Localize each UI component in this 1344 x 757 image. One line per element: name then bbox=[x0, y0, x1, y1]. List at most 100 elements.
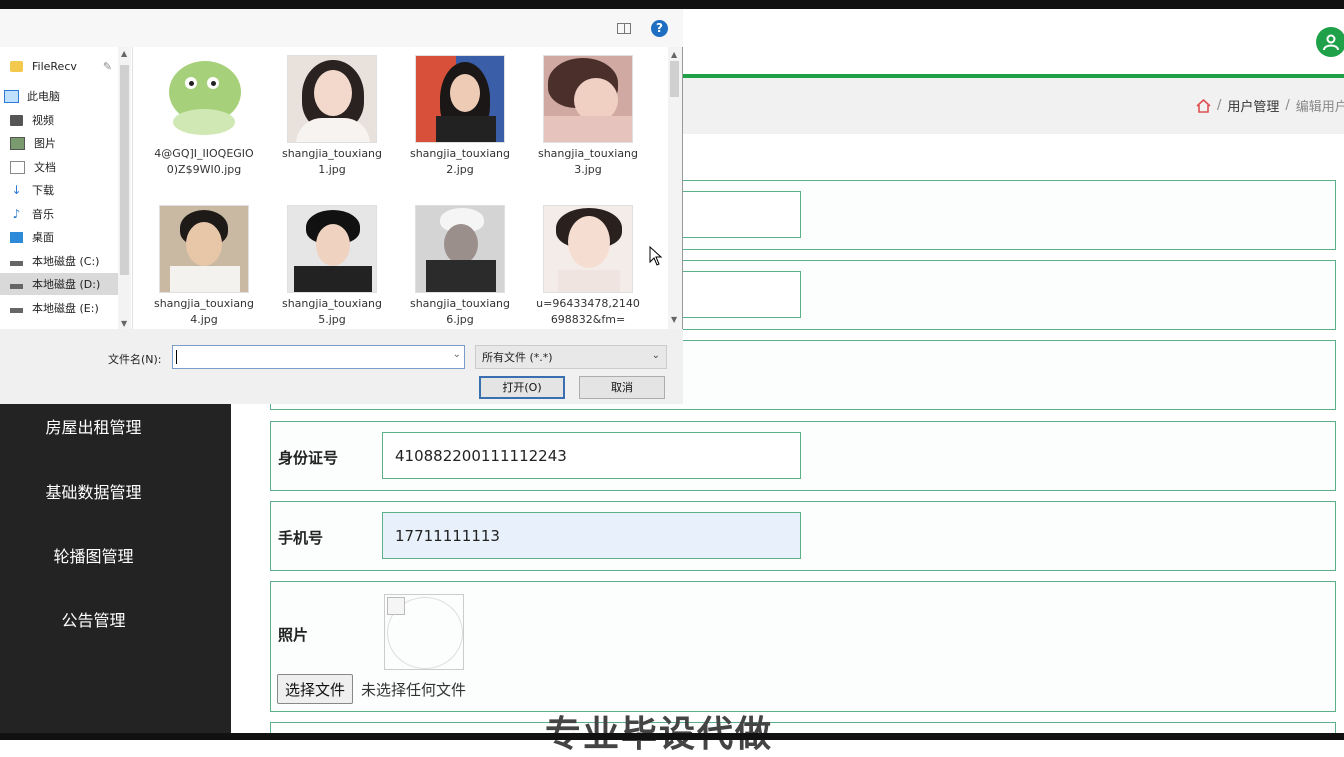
sidebar-item-carousel[interactable]: 轮播图管理 bbox=[0, 537, 231, 577]
file-thumbnail-6[interactable] bbox=[415, 205, 505, 293]
sidebar-item-base-data[interactable]: 基础数据管理 bbox=[0, 473, 231, 513]
nav-item-label: FileRecv bbox=[32, 59, 77, 73]
home-icon[interactable] bbox=[1196, 98, 1211, 113]
choose-file-button[interactable]: 选择文件 bbox=[277, 674, 354, 704]
nav-item-documents[interactable]: 文档 bbox=[0, 156, 118, 178]
nav-item-label: 视频 bbox=[32, 114, 54, 127]
text-caret bbox=[176, 350, 177, 364]
drive-icon bbox=[10, 307, 23, 313]
nav-scroll-down-icon[interactable]: ▼ bbox=[121, 319, 127, 328]
nav-item-this-pc[interactable]: 此电脑 bbox=[0, 85, 118, 107]
chevron-down-icon[interactable]: ⌄ bbox=[453, 349, 461, 360]
download-icon: ↓ bbox=[11, 182, 22, 197]
file-thumbnail-2[interactable] bbox=[415, 55, 505, 143]
sidebar-item-rental[interactable]: 房屋出租管理 bbox=[0, 408, 231, 448]
nav-item-label: 本地磁盘 (E:) bbox=[32, 302, 99, 315]
file-thumbnail-5[interactable] bbox=[287, 205, 377, 293]
file-name-6[interactable]: shangjia_touxiang6.jpg bbox=[408, 296, 512, 328]
breadcrumb-user-management[interactable]: 用户管理 bbox=[1227, 96, 1279, 115]
phone-label: 手机号 bbox=[278, 529, 324, 547]
cancel-button[interactable]: 取消 bbox=[579, 376, 665, 399]
nav-item-label: 桌面 bbox=[32, 231, 54, 244]
filename-label: 文件名(N): bbox=[108, 353, 162, 366]
dialog-footer: 文件名(N): ⌄ 所有文件 (*.*) ⌄ 打开(O) 取消 bbox=[0, 329, 683, 404]
sidebar-item-label: 轮播图管理 bbox=[53, 547, 134, 566]
preview-pane-icon[interactable] bbox=[617, 23, 631, 34]
nav-item-label: 下载 bbox=[32, 184, 54, 197]
drive-icon bbox=[10, 260, 23, 266]
sidebar-item-label: 基础数据管理 bbox=[45, 483, 142, 502]
drive-icon bbox=[10, 283, 23, 289]
nav-item-desktop[interactable]: 桌面 bbox=[0, 226, 118, 248]
file-open-dialog: ? FileRecv ✎ 此电脑 视频 图片 文档 ↓ 下载 ♪ 音乐 桌面 本… bbox=[0, 9, 683, 404]
file-scroll-up-icon[interactable]: ▲ bbox=[671, 50, 677, 59]
top-frame-strip bbox=[0, 0, 1344, 9]
id-number-label: 身份证号 bbox=[278, 449, 339, 467]
open-button[interactable]: 打开(O) bbox=[479, 376, 565, 399]
file-status-text: 未选择任何文件 bbox=[361, 681, 467, 699]
file-name-4[interactable]: shangjia_touxiang4.jpg bbox=[152, 296, 256, 328]
file-name-2[interactable]: shangjia_touxiang2.jpg bbox=[408, 146, 512, 178]
nav-scroll-up-icon[interactable]: ▲ bbox=[121, 49, 127, 58]
user-icon bbox=[1323, 34, 1339, 51]
nav-item-pictures[interactable]: 图片 bbox=[0, 132, 118, 154]
help-icon[interactable]: ? bbox=[651, 20, 668, 37]
nav-item-label: 音乐 bbox=[32, 208, 54, 221]
nav-scrollbar-thumb[interactable] bbox=[120, 65, 129, 275]
file-name-7[interactable]: u=96433478,2140698832&fm= bbox=[536, 296, 640, 328]
computer-icon bbox=[4, 89, 19, 103]
nav-item-music[interactable]: ♪ 音乐 bbox=[0, 203, 118, 225]
file-thumbnail-4[interactable] bbox=[159, 205, 249, 293]
nav-item-drive-d[interactable]: 本地磁盘 (D:) bbox=[0, 273, 118, 295]
file-thumbnail-1[interactable] bbox=[287, 55, 377, 143]
broken-image-icon bbox=[387, 597, 405, 615]
chevron-down-icon: ⌄ bbox=[651, 350, 660, 361]
pictures-icon bbox=[10, 136, 25, 150]
nav-item-label: 本地磁盘 (C:) bbox=[32, 255, 100, 268]
breadcrumb-edit-user: 编辑用户 bbox=[1295, 100, 1344, 115]
nav-item-label: 图片 bbox=[34, 137, 56, 150]
file-thumbnail-3[interactable] bbox=[543, 55, 633, 143]
nav-item-videos[interactable]: 视频 bbox=[0, 109, 118, 131]
sidebar-item-label: 房屋出租管理 bbox=[45, 418, 142, 437]
mouse-cursor-icon bbox=[649, 246, 663, 266]
file-type-value: 所有文件 (*.*) bbox=[482, 351, 553, 364]
photo-label: 照片 bbox=[278, 626, 309, 644]
sidebar-item-label: 公告管理 bbox=[61, 611, 126, 630]
nav-item-filerecv[interactable]: FileRecv ✎ bbox=[0, 55, 118, 77]
file-thumbnail-0[interactable] bbox=[159, 55, 249, 143]
bottom-frame-strip bbox=[0, 733, 1344, 740]
form-row-phone: 手机号 17711111113 bbox=[270, 501, 1336, 571]
nav-item-label: 本地磁盘 (D:) bbox=[32, 278, 101, 291]
file-scroll-down-icon[interactable]: ▼ bbox=[671, 315, 677, 324]
user-avatar-icon[interactable] bbox=[1316, 27, 1344, 57]
file-name-0[interactable]: 4@GQ]I_IIOQEGIO0)Z$9WI0.jpg bbox=[152, 146, 256, 178]
music-icon: ♪ bbox=[12, 206, 21, 221]
form-row-photo: 照片 选择文件 未选择任何文件 bbox=[270, 581, 1336, 712]
navigation-pane: FileRecv ✎ 此电脑 视频 图片 文档 ↓ 下载 ♪ 音乐 桌面 本地磁… bbox=[0, 47, 133, 329]
form-row-id: 身份证号 410882200111112243 bbox=[270, 421, 1336, 491]
nav-item-downloads[interactable]: ↓ 下载 bbox=[0, 179, 118, 201]
file-list-scrollbar-thumb[interactable] bbox=[670, 61, 679, 97]
dialog-toolbar: ? bbox=[0, 9, 683, 47]
photo-preview bbox=[384, 594, 464, 670]
video-icon bbox=[10, 114, 23, 126]
id-number-input[interactable]: 410882200111112243 bbox=[382, 432, 801, 479]
watermark-text: 专业毕设代做 bbox=[545, 705, 773, 757]
nav-item-label: 此电脑 bbox=[27, 90, 60, 103]
file-name-5[interactable]: shangjia_touxiang5.jpg bbox=[280, 296, 384, 328]
pin-icon: ✎ bbox=[102, 59, 113, 73]
sidebar-item-notice[interactable]: 公告管理 bbox=[0, 601, 231, 641]
nav-item-drive-c[interactable]: 本地磁盘 (C:) bbox=[0, 250, 118, 272]
sidebar: 房屋出租管理 基础数据管理 轮播图管理 公告管理 bbox=[0, 404, 231, 733]
nav-item-drive-e[interactable]: 本地磁盘 (E:) bbox=[0, 297, 118, 319]
file-name-1[interactable]: shangjia_touxiang1.jpg bbox=[280, 146, 384, 178]
file-name-3[interactable]: shangjia_touxiang3.jpg bbox=[536, 146, 640, 178]
filename-input[interactable]: ⌄ bbox=[172, 345, 465, 369]
file-thumbnail-7[interactable] bbox=[543, 205, 633, 293]
desktop-icon bbox=[10, 231, 23, 243]
documents-icon bbox=[10, 160, 25, 174]
file-type-select[interactable]: 所有文件 (*.*) ⌄ bbox=[475, 345, 667, 369]
phone-input[interactable]: 17711111113 bbox=[382, 512, 801, 559]
folder-icon bbox=[10, 60, 23, 72]
